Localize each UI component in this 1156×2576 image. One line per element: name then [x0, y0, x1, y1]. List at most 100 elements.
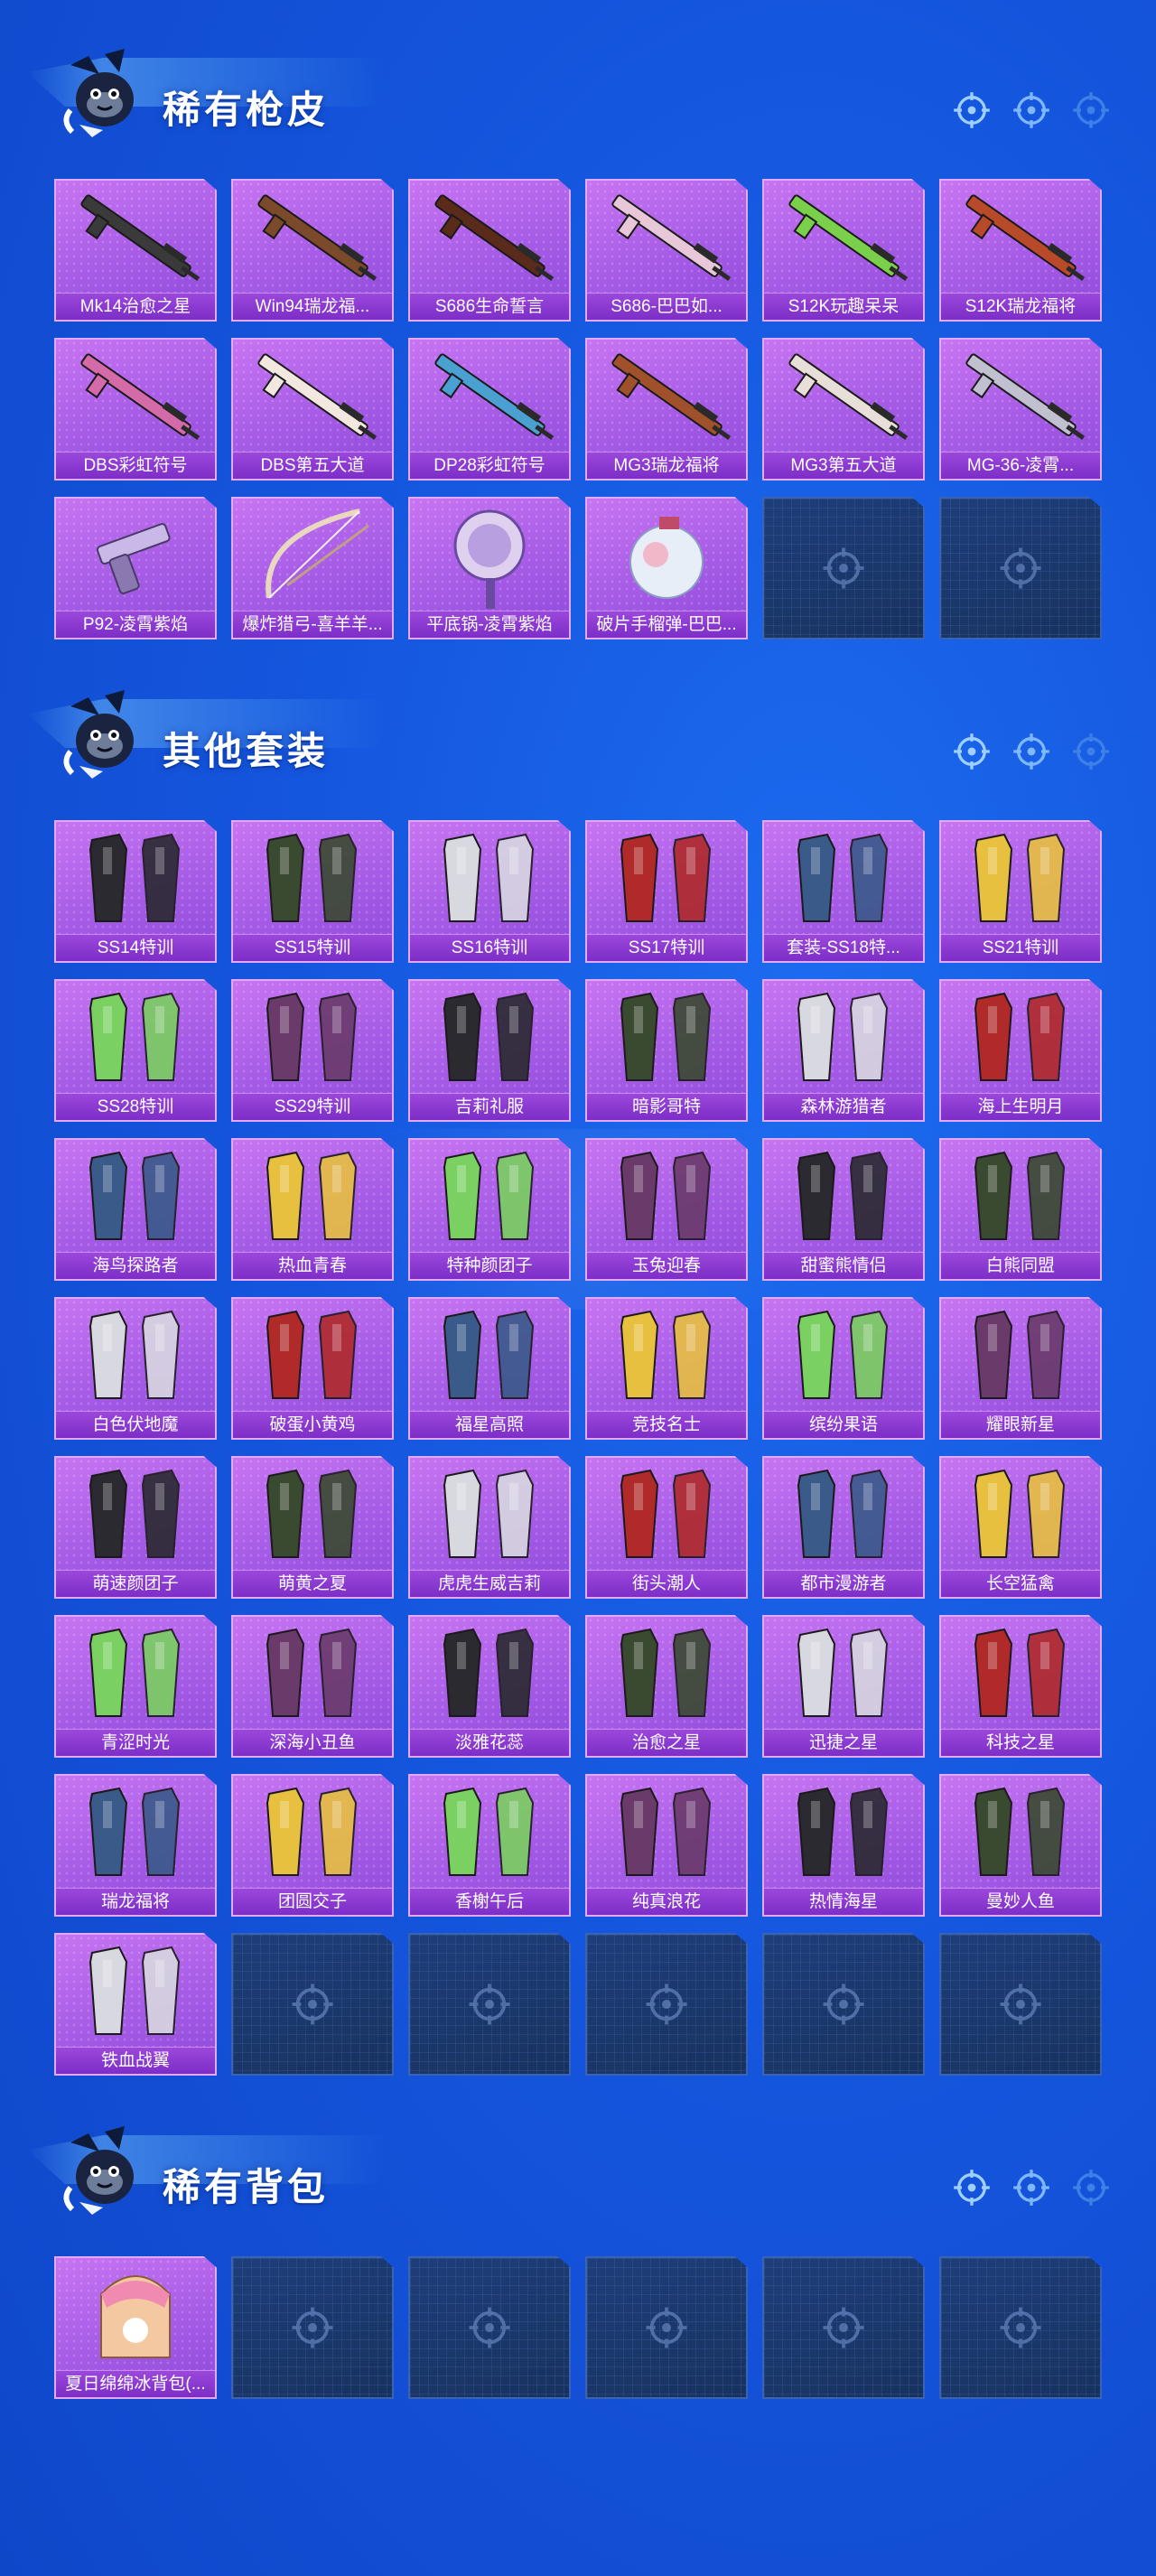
item-card[interactable]: 破片手榴弹-巴巴...: [585, 497, 748, 639]
item-card[interactable]: 长空猛禽: [939, 1456, 1102, 1599]
item-card[interactable]: 玉兔迎春: [585, 1138, 748, 1281]
item-card[interactable]: 萌速颜团子: [54, 1456, 217, 1599]
backpack-icon: [100, 2275, 171, 2358]
item-card[interactable]: MG3瑞龙福将: [585, 338, 748, 481]
item-label: 虎虎生威吉莉: [410, 1570, 569, 1597]
item-card[interactable]: 青涩时光: [54, 1615, 217, 1758]
item-grid: 夏日绵绵冰背包(...: [54, 2256, 1102, 2399]
item-label: 萌黄之夏: [233, 1570, 392, 1597]
outfit-icon: [89, 1469, 181, 1558]
outfit-icon: [443, 1628, 535, 1717]
item-card[interactable]: S686-巴巴如...: [585, 179, 748, 322]
item-card[interactable]: MG3第五大道: [762, 338, 925, 481]
item-card[interactable]: 海鸟探路者: [54, 1138, 217, 1281]
item-label: 长空猛禽: [941, 1570, 1100, 1597]
item-card[interactable]: 福星高照: [408, 1297, 571, 1440]
item-card[interactable]: SS21特训: [939, 820, 1102, 963]
section-2: 其他套装 SS14特训 SS15特训 SS16特训 SS17特训 套装-SS18…: [0, 641, 1156, 2076]
outfit-icon: [89, 1787, 181, 1876]
gun-skin-icon: [965, 353, 1086, 440]
outfit-icon: [974, 833, 1066, 922]
crosshair-icon: [954, 2170, 990, 2206]
crosshair-icon: [1000, 2307, 1041, 2348]
item-card[interactable]: DBS第五大道: [231, 338, 394, 481]
empty-slot: [762, 1933, 925, 2076]
item-card[interactable]: 虎虎生威吉莉: [408, 1456, 571, 1599]
item-label: 海上生明月: [941, 1093, 1100, 1120]
crosshair-icon: [292, 2307, 333, 2348]
section-title: 稀有枪皮: [163, 88, 330, 132]
item-card[interactable]: 深海小丑鱼: [231, 1615, 394, 1758]
item-card[interactable]: SS16特训: [408, 820, 571, 963]
item-card[interactable]: 曼妙人鱼: [939, 1774, 1102, 1917]
item-card[interactable]: Mk14治愈之星: [54, 179, 217, 322]
item-label: S686生命誓言: [410, 293, 569, 320]
gun-skin-icon: [611, 194, 732, 281]
item-label: SS28特训: [56, 1093, 215, 1120]
item-label: 迅捷之星: [764, 1729, 923, 1756]
item-card[interactable]: MG-36-凌霄...: [939, 338, 1102, 481]
item-card[interactable]: 铁血战翼: [54, 1933, 217, 2076]
item-card[interactable]: 甜蜜熊情侣: [762, 1138, 925, 1281]
outfit-icon: [266, 1151, 358, 1240]
item-card[interactable]: DBS彩虹符号: [54, 338, 217, 481]
item-card[interactable]: 爆炸猎弓-喜羊羊...: [231, 497, 394, 639]
item-card[interactable]: 特种颜团子: [408, 1138, 571, 1281]
crosshair-icon: [1073, 733, 1109, 770]
item-card[interactable]: 街头潮人: [585, 1456, 748, 1599]
item-card[interactable]: 瑞龙福将: [54, 1774, 217, 1917]
item-card[interactable]: SS29特训: [231, 979, 394, 1122]
mascot-icon: [63, 49, 134, 137]
item-card[interactable]: 科技之星: [939, 1615, 1102, 1758]
item-label: 夏日绵绵冰背包(...: [56, 2370, 215, 2397]
item-label: 竞技名士: [587, 1411, 746, 1438]
item-card[interactable]: S686生命誓言: [408, 179, 571, 322]
item-card[interactable]: 缤纷果语: [762, 1297, 925, 1440]
item-card[interactable]: 淡雅花蕊: [408, 1615, 571, 1758]
section-header: 稀有枪皮: [0, 0, 1156, 137]
item-card[interactable]: S12K玩趣呆呆: [762, 179, 925, 322]
item-label: 特种颜团子: [410, 1252, 569, 1279]
item-card[interactable]: 森林游猎者: [762, 979, 925, 1122]
item-card[interactable]: 纯真浪花: [585, 1774, 748, 1917]
item-card[interactable]: 白色伏地魔: [54, 1297, 217, 1440]
item-card[interactable]: 团圆交子: [231, 1774, 394, 1917]
empty-slot: [939, 1933, 1102, 2076]
outfit-icon: [89, 833, 181, 922]
item-card[interactable]: 吉莉礼服: [408, 979, 571, 1122]
outfit-icon: [266, 1787, 358, 1876]
item-card[interactable]: SS14特训: [54, 820, 217, 963]
item-card[interactable]: 竞技名士: [585, 1297, 748, 1440]
item-card[interactable]: 海上生明月: [939, 979, 1102, 1122]
item-card[interactable]: 白熊同盟: [939, 1138, 1102, 1281]
item-card[interactable]: 套装-SS18特...: [762, 820, 925, 963]
section-header: 稀有背包: [0, 2077, 1156, 2215]
item-card[interactable]: P92-凌霄紫焰: [54, 497, 217, 639]
item-card[interactable]: 耀眼新星: [939, 1297, 1102, 1440]
item-card[interactable]: 都市漫游者: [762, 1456, 925, 1599]
item-card[interactable]: 夏日绵绵冰背包(...: [54, 2256, 217, 2399]
item-card[interactable]: 治愈之星: [585, 1615, 748, 1758]
item-card[interactable]: Win94瑞龙福...: [231, 179, 394, 322]
item-card[interactable]: 热血青春: [231, 1138, 394, 1281]
item-card[interactable]: S12K瑞龙福将: [939, 179, 1102, 322]
item-label: 热血青春: [233, 1252, 392, 1279]
item-label: 玉兔迎春: [587, 1252, 746, 1279]
item-card[interactable]: SS17特训: [585, 820, 748, 963]
item-card[interactable]: SS28特训: [54, 979, 217, 1122]
item-label: 都市漫游者: [764, 1570, 923, 1597]
pistol-icon: [96, 523, 171, 594]
outfit-icon: [797, 1310, 889, 1399]
item-card[interactable]: 热情海星: [762, 1774, 925, 1917]
crosshair-icon: [1000, 1983, 1041, 2025]
item-card[interactable]: DP28彩虹符号: [408, 338, 571, 481]
item-card[interactable]: 香榭午后: [408, 1774, 571, 1917]
item-card[interactable]: 平底锅-凌霄紫焰: [408, 497, 571, 639]
outfit-icon: [443, 833, 535, 922]
item-card[interactable]: 暗影哥特: [585, 979, 748, 1122]
item-card[interactable]: 迅捷之星: [762, 1615, 925, 1758]
outfit-icon: [89, 1628, 181, 1717]
item-card[interactable]: 破蛋小黄鸡: [231, 1297, 394, 1440]
item-card[interactable]: 萌黄之夏: [231, 1456, 394, 1599]
item-card[interactable]: SS15特训: [231, 820, 394, 963]
